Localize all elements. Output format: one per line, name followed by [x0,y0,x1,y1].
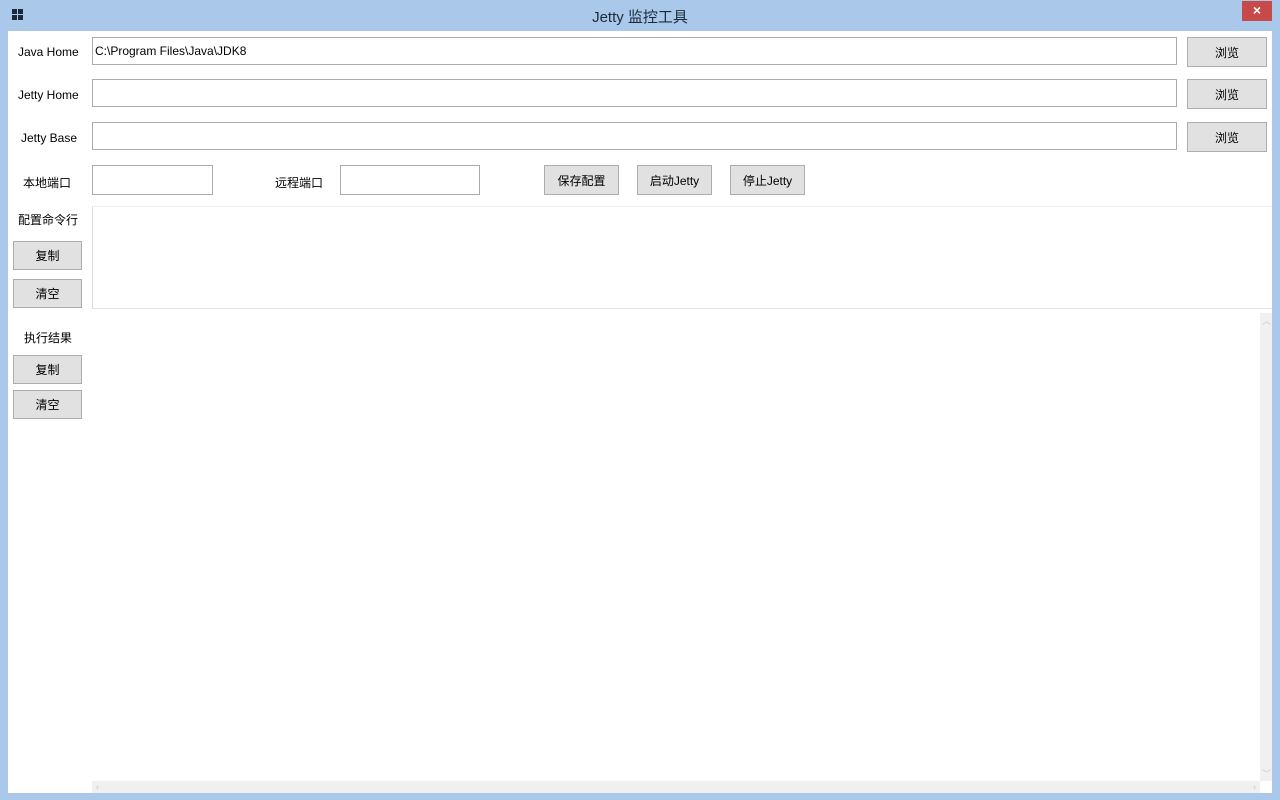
close-icon: × [1252,2,1262,18]
start-jetty-button[interactable]: 启动Jetty [637,165,712,195]
stop-jetty-button[interactable]: 停止Jetty [730,165,805,195]
config-cmd-textarea[interactable] [92,206,1272,309]
java-home-label: Java Home [18,45,79,59]
scroll-right-arrow-icon[interactable]: › [1253,782,1256,792]
remote-port-input[interactable] [340,165,480,195]
main-window-client: Java Home 浏览 Jetty Home 浏览 Jetty Base 浏览… [8,31,1272,793]
jetty-home-label: Jetty Home [18,88,79,102]
title-bar[interactable]: Jetty 监控工具 × [0,0,1280,30]
local-port-input[interactable] [92,165,213,195]
jetty-home-input[interactable] [92,79,1177,107]
java-home-input[interactable] [92,37,1177,65]
save-config-button[interactable]: 保存配置 [544,165,619,195]
result-label: 执行结果 [24,331,73,345]
result-horizontal-scrollbar[interactable]: ‹ › [92,781,1260,793]
jetty-base-browse-button[interactable]: 浏览 [1187,122,1267,152]
result-copy-button[interactable]: 复制 [13,355,82,384]
scroll-down-arrow-icon[interactable]: ﹀ [1262,769,1271,779]
config-cmd-copy-button[interactable]: 复制 [13,241,82,270]
scroll-up-arrow-icon[interactable]: ︿ [1262,316,1271,326]
result-output-area[interactable]: ︿ ﹀ ‹ › [92,313,1272,793]
config-cmd-clear-button[interactable]: 清空 [13,279,82,308]
config-cmd-label: 配置命令行 [18,213,79,227]
close-button[interactable]: × [1242,1,1272,21]
remote-port-label: 远程端口 [275,176,324,190]
jetty-home-browse-button[interactable]: 浏览 [1187,79,1267,109]
window-title: Jetty 监控工具 [592,9,688,26]
jetty-base-label: Jetty Base [21,131,78,145]
result-vertical-scrollbar[interactable]: ︿ ﹀ [1260,313,1272,781]
scroll-left-arrow-icon[interactable]: ‹ [96,782,99,792]
jetty-base-input[interactable] [92,122,1177,150]
result-clear-button[interactable]: 清空 [13,390,82,419]
java-home-browse-button[interactable]: 浏览 [1187,37,1267,67]
local-port-label: 本地端口 [23,176,72,190]
